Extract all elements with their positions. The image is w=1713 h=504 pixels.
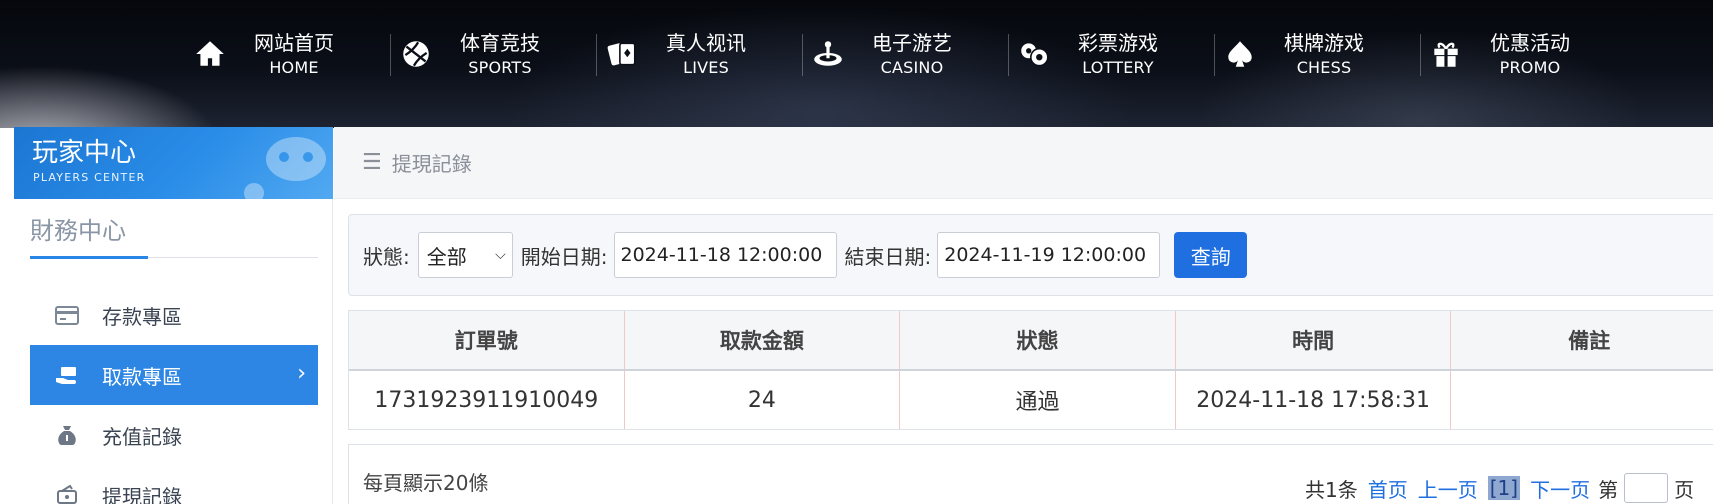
top-navigation-bar: 网站首页 HOME 体育竞技 SPORTS 真人视讯 LIVES 电子游艺 CA… [0, 0, 1713, 128]
goto-page-suffix: 页 [1674, 477, 1695, 502]
column-header-time: 時間 [1176, 311, 1452, 369]
current-page: [1] [1487, 476, 1521, 500]
money-bag-icon [54, 422, 80, 448]
status-select[interactable]: 全部 ⌵ [417, 232, 513, 278]
nav-item-promo[interactable]: 优惠活动 PROMO [1420, 24, 1626, 84]
cell-remark [1451, 371, 1713, 429]
nav-label-en: SPORTS [468, 58, 532, 77]
chevron-down-icon: ⌵ [495, 247, 506, 263]
sidebar-header: 玩家中心 PLAYERS CENTER [14, 127, 333, 199]
nav-item-lives[interactable]: 真人视讯 LIVES [596, 24, 802, 84]
nav-item-casino[interactable]: 电子游艺 CASINO [802, 24, 1008, 84]
nav-item-home[interactable]: 网站首页 HOME [184, 24, 390, 84]
gamepad-icon [244, 137, 326, 199]
finance-section-header: 財務中心 [30, 214, 318, 259]
goto-page-label: 第 [1598, 477, 1619, 502]
column-header-status: 狀態 [900, 311, 1176, 369]
start-date-input[interactable] [613, 232, 837, 278]
nav-label-en: LIVES [683, 58, 729, 77]
spade-icon [1222, 36, 1258, 72]
nav-label-en: LOTTERY [1082, 58, 1154, 77]
cash-hand-icon [54, 362, 80, 388]
start-date-label: 開始日期: [520, 244, 608, 269]
end-date-input[interactable] [937, 232, 1161, 278]
cell-status: 通過 [900, 371, 1176, 429]
page-title: 提現記錄 [391, 152, 472, 176]
cell-amount: 24 [625, 371, 901, 429]
sidebar-item-deposit[interactable]: 存款專區 [30, 285, 318, 345]
sidebar-item-withdraw[interactable]: 取款專區 › [30, 345, 318, 405]
prev-page-link[interactable]: 上一页 [1418, 474, 1478, 503]
nav-label-en: CHESS [1296, 58, 1352, 77]
nav-item-chess[interactable]: 棋牌游戏 CHESS [1214, 24, 1420, 84]
home-icon [192, 36, 228, 72]
next-page-link[interactable]: 下一页 [1530, 474, 1590, 503]
main-content: ☰ 提現記錄 狀態: 全部 ⌵ 開始日期: 結束日期: 查詢 訂單號 取款金額 … [334, 127, 1713, 504]
sidebar-subtitle: PLAYERS CENTER [33, 171, 146, 184]
player-center-sidebar: 玩家中心 PLAYERS CENTER 財務中心 存款專區 取款專區 › 充值記… [14, 127, 333, 504]
nav-item-sports[interactable]: 体育竞技 SPORTS [390, 24, 596, 84]
nav-label-en: HOME [269, 58, 319, 77]
roulette-icon [810, 36, 846, 72]
per-page-text: 每頁顯示20條 [363, 471, 489, 495]
search-button[interactable]: 查詢 [1174, 232, 1248, 278]
main-nav: 网站首页 HOME 体育竞技 SPORTS 真人视讯 LIVES 电子游艺 CA… [184, 24, 1626, 84]
pagination-bar: 每頁顯示20條 共1条 首页 上一页 [1] 下一页 第 页 [348, 444, 1713, 504]
lottery-balls-icon [1016, 36, 1052, 72]
nav-label-en: PROMO [1499, 58, 1561, 77]
cell-order-id: 1731923911910049 [349, 371, 625, 429]
chevron-right-icon: › [297, 361, 306, 386]
nav-label-zh: 优惠活动 [1490, 31, 1570, 55]
cards-icon [604, 36, 640, 72]
withdrawal-records-table: 訂單號 取款金額 狀態 時間 備註 1731923911910049 24 通過… [348, 310, 1713, 430]
status-filter-label: 狀態: [363, 244, 410, 269]
sidebar-menu: 存款專區 取款專區 › 充值記錄 提現記錄 [30, 285, 318, 504]
sidebar-item-label: 充值記錄 [102, 424, 182, 449]
cell-time: 2024-11-18 17:58:31 [1176, 371, 1452, 429]
section-underline [30, 256, 148, 259]
sidebar-item-withdraw-records[interactable]: 提現記錄 [30, 465, 318, 504]
column-header-remark: 備註 [1568, 329, 1611, 353]
ball-icon [398, 36, 434, 72]
pagination: 共1条 首页 上一页 [1] 下一页 第 页 [1305, 473, 1694, 503]
sidebar-item-label: 取款專區 [102, 364, 182, 389]
filter-bar: 狀態: 全部 ⌵ 開始日期: 結束日期: 查詢 [348, 214, 1713, 296]
nav-label-zh: 真人视讯 [666, 31, 746, 55]
column-header-amount: 取款金額 [625, 311, 901, 369]
breadcrumb: ☰ 提現記錄 [334, 127, 1713, 199]
sidebar-title: 玩家中心 [32, 138, 137, 168]
nav-label-en: CASINO [880, 58, 944, 77]
first-page-link[interactable]: 首页 [1368, 474, 1408, 503]
content-panel: 狀態: 全部 ⌵ 開始日期: 結束日期: 查詢 訂單號 取款金額 狀態 時間 備… [334, 199, 1713, 504]
menu-icon: ☰ [362, 150, 382, 175]
wallet-card-icon [54, 302, 80, 328]
gift-icon [1428, 36, 1464, 72]
nav-label-zh: 体育竞技 [460, 31, 540, 55]
table-row: 1731923911910049 24 通過 2024-11-18 17:58:… [349, 371, 1713, 429]
nav-label-zh: 电子游艺 [872, 31, 952, 55]
nav-label-zh: 彩票游戏 [1078, 31, 1158, 55]
nav-item-lottery[interactable]: 彩票游戏 LOTTERY [1008, 24, 1214, 84]
nav-label-zh: 网站首页 [254, 31, 334, 55]
end-date-label: 結束日期: [844, 244, 932, 269]
section-title: 財務中心 [30, 217, 126, 245]
nav-label-zh: 棋牌游戏 [1284, 31, 1364, 55]
total-count: 共1条 [1305, 477, 1358, 502]
column-header-order-id: 訂單號 [349, 311, 625, 369]
status-select-value: 全部 [426, 244, 467, 269]
cash-out-icon [54, 482, 80, 504]
sidebar-item-label: 提現記錄 [102, 484, 182, 504]
sidebar-item-recharge-records[interactable]: 充值記錄 [30, 405, 318, 465]
table-header-row: 訂單號 取款金額 狀態 時間 備註 [349, 311, 1713, 371]
goto-page-input[interactable] [1624, 473, 1669, 503]
sidebar-item-label: 存款專區 [102, 304, 182, 329]
